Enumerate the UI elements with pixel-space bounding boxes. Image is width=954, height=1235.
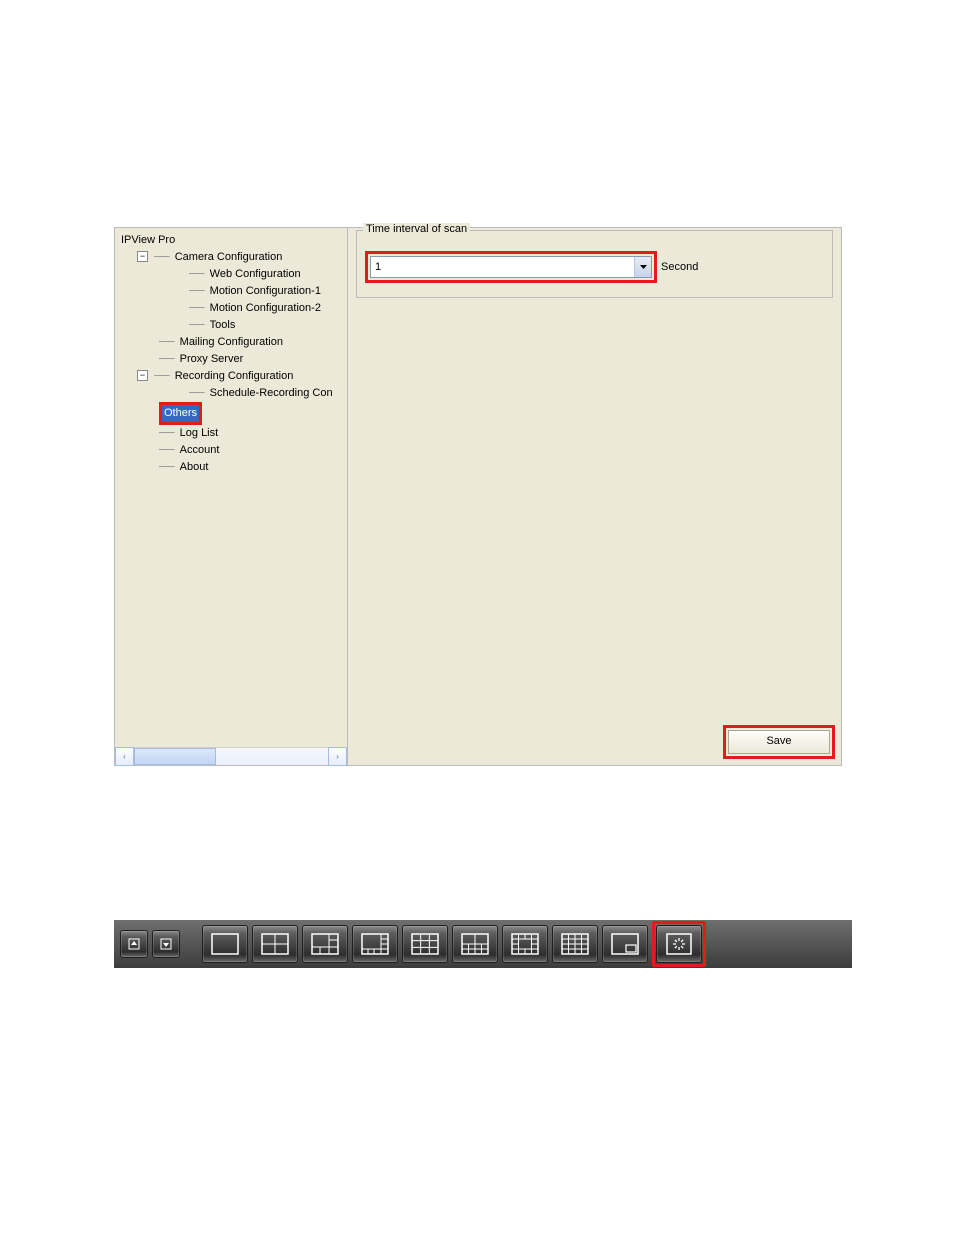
tree-panel: IPView Pro − ── Camera Configuration ── … [115,228,348,765]
layout-6-button[interactable] [302,925,348,963]
chevron-right-icon: › [336,752,339,761]
layout-8-button[interactable] [352,925,398,963]
tree-item-label: Proxy Server [178,351,246,368]
tree-loglist[interactable]: ── Log List [119,425,347,442]
tree-item-label: Tools [208,317,238,334]
tree-motion-1[interactable]: ── Motion Configuration-1 [119,283,347,300]
tree-mailing[interactable]: ── Mailing Configuration [119,334,347,351]
tree-recording-config[interactable]: − ── Recording Configuration [119,368,347,385]
arrow-up-icon [127,937,141,951]
layout-pip-button[interactable] [602,925,648,963]
tree-line: ── [189,385,205,402]
tree-line: ── [189,283,205,300]
tree-line: ── [159,425,175,442]
scroll-thumb[interactable] [134,748,216,765]
scroll-left-button[interactable]: ‹ [115,747,134,766]
layout-9-icon [411,933,439,955]
layout-10-icon [461,933,489,955]
tree-item-label: Recording Configuration [173,368,296,385]
tree-item-label: Web Configuration [208,266,303,283]
tree-item-label: Motion Configuration-2 [208,300,323,317]
tree-item-label: Account [178,442,222,459]
page-down-button[interactable] [152,930,180,958]
tree-line: ── [159,351,175,368]
page-up-button[interactable] [120,930,148,958]
tree-line: ── [189,266,205,283]
layout-9-button[interactable] [402,925,448,963]
layout-toolbar [114,920,852,968]
highlight-interval [365,251,657,283]
layout-1-button[interactable] [202,925,248,963]
tree-line: ── [159,442,175,459]
layout-13-icon [511,933,539,955]
chevron-down-icon [640,265,647,269]
tree-line: ── [189,317,205,334]
tree-line: ── [159,334,175,351]
groupbox-title: Time interval of scan [363,223,470,235]
tree-root-label: IPView Pro [119,232,177,249]
tree-schedule-recording[interactable]: ── Schedule-Recording Con [119,385,347,402]
tree-line: ── [154,368,170,385]
highlight-scan [652,921,706,967]
scroll-right-button[interactable]: › [328,747,347,766]
tree-account[interactable]: ── Account [119,442,347,459]
layout-10-button[interactable] [452,925,498,963]
layout-6-icon [311,933,339,955]
layout-16-button[interactable] [552,925,598,963]
tree-line: ── [159,459,175,476]
tree-proxy[interactable]: ── Proxy Server [119,351,347,368]
tree-about[interactable]: ── About [119,459,347,476]
combobox-dropdown-button[interactable] [634,257,651,277]
time-interval-groupbox: Time interval of scan Second [356,230,833,298]
layout-4-button[interactable] [252,925,298,963]
horizontal-scrollbar[interactable]: ‹ › [115,747,347,765]
config-tree[interactable]: IPView Pro − ── Camera Configuration ── … [115,228,347,747]
tree-item-label: Camera Configuration [173,249,285,266]
chevron-left-icon: ‹ [123,752,126,761]
tree-item-label: Mailing Configuration [178,334,285,351]
minus-icon[interactable]: − [137,251,148,262]
tree-camera-config[interactable]: − ── Camera Configuration [119,249,347,266]
tree-motion-2[interactable]: ── Motion Configuration-2 [119,300,347,317]
tree-root-ipviewpro[interactable]: IPView Pro [119,232,347,249]
tree-item-label: Others [162,405,199,422]
highlight-others: Others [159,402,202,425]
layout-16-icon [561,933,589,955]
layout-13-button[interactable] [502,925,548,963]
tree-item-label: Log List [178,425,221,442]
layout-8-icon [361,933,389,955]
content-panel: Time interval of scan Second Save [348,228,841,765]
tree-item-label: About [178,459,211,476]
interval-unit-label: Second [661,261,698,273]
interval-row: Second [365,251,698,283]
save-button[interactable]: Save [728,730,830,754]
tree-web-config[interactable]: ── Web Configuration [119,266,347,283]
scroll-track[interactable] [134,748,328,765]
scan-button[interactable] [656,925,702,963]
minus-icon[interactable]: − [137,370,148,381]
interval-combobox[interactable] [370,256,652,278]
layout-pip-icon [611,933,639,955]
layout-1-icon [211,933,239,955]
tree-line: ── [154,249,170,266]
tree-line: ── [189,300,205,317]
tree-item-label: Schedule-Recording Con [208,385,335,402]
tree-tools[interactable]: ── Tools [119,317,347,334]
tree-others[interactable]: Others [119,402,347,425]
scan-icon [666,933,692,955]
layout-4-icon [261,933,289,955]
highlight-save: Save [723,725,835,759]
tree-item-label: Motion Configuration-1 [208,283,323,300]
config-window: IPView Pro − ── Camera Configuration ── … [114,227,842,766]
interval-input[interactable] [371,257,634,277]
arrow-down-icon [159,937,173,951]
